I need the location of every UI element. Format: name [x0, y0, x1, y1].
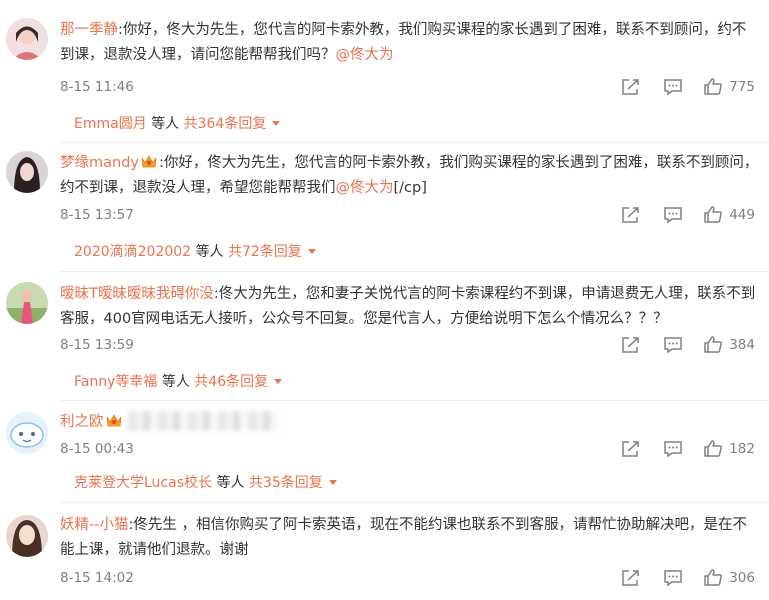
divider	[60, 142, 769, 143]
emoji-code: [/cp]	[393, 180, 427, 196]
share-button[interactable]	[621, 440, 641, 458]
reply-count[interactable]: 共72条回复	[228, 244, 302, 260]
reply-username[interactable]: Emma圆月	[74, 116, 147, 132]
vip-crown-icon	[106, 414, 121, 427]
like-button[interactable]: 775	[703, 78, 755, 96]
like-count: 182	[729, 441, 755, 457]
share-button[interactable]	[621, 336, 641, 354]
comment-time: 8-15 11:46	[60, 79, 134, 95]
thumbs-up-icon	[704, 569, 723, 586]
comment-text: 妖精--小猫:佟先生 ，相信你购买了阿卡索英语，现在不能约课也联系不到客服，请帮…	[60, 513, 760, 563]
thumbs-up-icon	[704, 440, 723, 457]
reply-mid-text: 等人	[212, 475, 249, 491]
like-count: 306	[729, 570, 755, 586]
comment-time: 8-15 13:57	[60, 207, 134, 223]
chevron-down-icon	[274, 379, 283, 384]
comment-text: 那一季静:你好，佟大为先生，您代言的阿卡索外教，我们购买课程的家长遇到了困难，联…	[60, 18, 760, 68]
comment-body: :佟先生 ，相信你购买了阿卡索英语，现在不能约课也联系不到客服，请帮忙协助解决吧…	[60, 517, 747, 558]
mention-link[interactable]: @佟大为	[336, 180, 394, 196]
share-button[interactable]	[621, 78, 641, 96]
replies-toggle[interactable]: 2020滴滴202002 等人 共72条回复	[74, 241, 316, 261]
share-icon	[622, 79, 639, 95]
comment-icon	[664, 207, 682, 224]
avatar[interactable]	[6, 515, 48, 557]
like-count: 384	[729, 337, 755, 353]
avatar[interactable]	[6, 18, 48, 60]
replies-toggle[interactable]: Emma圆月 等人 共364条回复	[74, 113, 281, 133]
like-button[interactable]: 449	[703, 206, 755, 224]
reply-username[interactable]: 2020滴滴202002	[74, 244, 191, 260]
like-count: 775	[729, 79, 755, 95]
divider	[60, 502, 769, 503]
divider	[60, 271, 769, 272]
share-button[interactable]	[621, 206, 641, 224]
comment-button[interactable]	[663, 206, 683, 224]
comment-icon	[664, 570, 682, 587]
comment-button[interactable]	[663, 440, 683, 458]
like-button[interactable]: 182	[703, 440, 755, 458]
reply-count[interactable]: 共35条回复	[249, 475, 323, 491]
comment-time: 8-15 14:02	[60, 570, 134, 586]
chevron-down-icon	[272, 121, 281, 126]
avatar[interactable]	[6, 412, 48, 454]
reply-count[interactable]: 共364条回复	[184, 116, 267, 132]
mention-link[interactable]: @佟大为	[336, 47, 394, 63]
share-icon	[622, 337, 639, 353]
comment-text: 暧昧T暧昧暧昧我碍你没:佟大为先生，您和妻子关悦代言的阿卡索课程约不到课，申请退…	[60, 282, 760, 332]
username-link[interactable]: 梦缘mandy	[60, 155, 139, 171]
like-count: 449	[729, 207, 755, 223]
avatar[interactable]	[6, 282, 48, 324]
reply-mid-text: 等人	[157, 374, 195, 390]
share-button[interactable]	[621, 569, 641, 587]
reply-mid-text: 等人	[146, 116, 184, 132]
reply-username[interactable]: 克莱登大学Lucas校长	[74, 475, 212, 491]
thumbs-up-icon	[704, 206, 723, 223]
share-icon	[622, 441, 639, 457]
like-button[interactable]: 384	[703, 336, 755, 354]
comment-body: :你好，佟大为先生，您代言的阿卡索外教，我们购买课程的家长遇到了困难，联系不到顾…	[60, 22, 747, 63]
reply-count[interactable]: 共46条回复	[194, 374, 268, 390]
comment-icon	[664, 337, 682, 354]
blurred-text	[127, 411, 278, 431]
vip-crown-icon	[141, 155, 157, 168]
replies-toggle[interactable]: Fanny等幸福 等人 共46条回复	[74, 371, 283, 391]
avatar[interactable]	[6, 151, 48, 193]
username-link[interactable]: 那一季静	[60, 22, 118, 38]
comment-time: 8-15 13:59	[60, 337, 134, 353]
share-icon	[622, 570, 639, 586]
share-icon	[622, 207, 639, 223]
chevron-down-icon	[328, 480, 337, 485]
comment-icon	[664, 79, 682, 96]
comment-time: 8-15 00:43	[60, 441, 134, 457]
thumbs-up-icon	[704, 336, 723, 353]
replies-toggle[interactable]: 克莱登大学Lucas校长 等人 共35条回复	[74, 472, 337, 492]
chevron-down-icon	[307, 249, 316, 254]
reply-username[interactable]: Fanny等幸福	[74, 374, 157, 390]
username-link[interactable]: 妖精--小猫	[60, 517, 128, 533]
username-link[interactable]: 暧昧T暧昧暧昧我碍你没	[60, 286, 214, 302]
divider	[60, 400, 769, 401]
reply-mid-text: 等人	[191, 244, 228, 260]
comment-button[interactable]	[663, 78, 683, 96]
comment-icon	[664, 441, 682, 458]
like-button[interactable]: 306	[703, 569, 755, 587]
comment-button[interactable]	[663, 569, 683, 587]
username-link[interactable]: 利之欧	[60, 414, 104, 430]
comment-text: 梦缘mandy:你好，佟大为先生，您代言的阿卡索外教，我们购买课程的家长遇到了困…	[60, 151, 760, 201]
comment-text: 利之欧	[60, 410, 760, 435]
comment-button[interactable]	[663, 336, 683, 354]
thumbs-up-icon	[704, 78, 723, 95]
